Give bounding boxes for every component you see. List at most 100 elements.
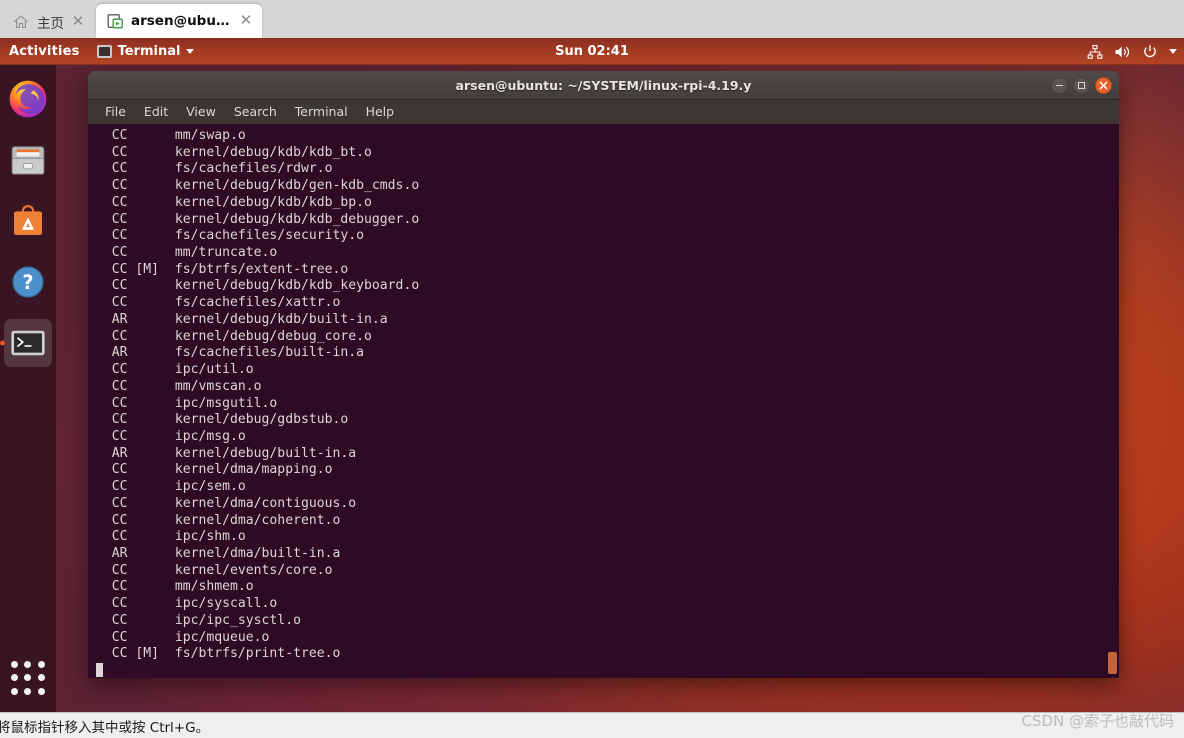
grid-dot [11, 661, 19, 669]
minimize-button[interactable] [1051, 77, 1068, 94]
terminal-icon [11, 330, 45, 356]
browser-tab-home[interactable]: 主页 ✕ [2, 6, 94, 38]
menu-terminal[interactable]: Terminal [286, 100, 357, 124]
terminal-line: CC fs/cachefiles/xattr.o [96, 295, 341, 311]
terminal-line: AR kernel/debug/kdb/built-in.a [96, 311, 388, 327]
browser-tab-home-title: 主页 [37, 16, 64, 32]
terminal-line: CC [M] fs/btrfs/extent-tree.o [96, 261, 349, 277]
terminal-line: CC kernel/dma/mapping.o [96, 462, 333, 478]
terminal-line: AR kernel/debug/built-in.a [96, 445, 357, 461]
volume-icon[interactable] [1114, 44, 1131, 60]
terminal-scrollbar[interactable] [1106, 124, 1119, 678]
status-bar: 将鼠标指针移入其中或按 Ctrl+G。 [0, 712, 1184, 738]
maximize-button[interactable] [1073, 77, 1090, 94]
grid-dot [37, 661, 45, 669]
app-menu-button[interactable]: Terminal [91, 44, 201, 59]
dock-item-help[interactable]: ? [4, 258, 52, 306]
scrollbar-thumb[interactable] [1108, 652, 1117, 674]
dock: ? [0, 65, 56, 712]
terminal-line: CC ipc/util.o [96, 362, 254, 378]
maximize-icon [1078, 82, 1085, 89]
terminal-line: CC ipc/syscall.o [96, 596, 278, 612]
power-icon[interactable] [1142, 44, 1158, 60]
help-icon: ? [12, 266, 44, 298]
terminal-line: CC kernel/debug/gdbstub.o [96, 412, 349, 428]
terminal-line: CC ipc/ipc_sysctl.o [96, 612, 301, 628]
terminal-line: CC kernel/debug/kdb/kdb_debugger.o [96, 211, 420, 227]
terminal-line: CC kernel/debug/kdb/gen-kdb_cmds.o [96, 178, 420, 194]
terminal-body[interactable]: CC mm/swap.o CC kernel/debug/kdb/kdb_bt.… [88, 124, 1119, 678]
terminal-line: CC fs/cachefiles/security.o [96, 228, 365, 244]
terminal-cursor-line [96, 663, 1106, 678]
terminal-page-icon [106, 12, 124, 30]
terminal-line: CC kernel/dma/contiguous.o [96, 495, 357, 511]
browser-tab-terminal-title: arsen@ubuntu18-04 [131, 13, 234, 29]
show-applications-button[interactable] [8, 658, 48, 698]
screen: 主页 ✕ arsen@ubuntu18-04 ✕ Activities Term… [0, 0, 1184, 738]
tabstrip-empty-area [262, 6, 1184, 38]
window-title: arsen@ubuntu: ~/SYSTEM/linux-rpi-4.19.y [455, 77, 752, 93]
dock-item-terminal[interactable] [4, 319, 52, 367]
terminal-line: CC kernel/debug/kdb/kdb_bp.o [96, 194, 372, 210]
menu-view[interactable]: View [177, 100, 225, 124]
terminal-output[interactable]: CC mm/swap.o CC kernel/debug/kdb/kdb_bt.… [88, 124, 1106, 678]
chevron-down-icon[interactable] [1169, 49, 1177, 54]
terminal-line: CC kernel/debug/kdb/kdb_bt.o [96, 144, 372, 160]
browser-tabstrip: 主页 ✕ arsen@ubuntu18-04 ✕ [0, 0, 1184, 38]
terminal-line: CC mm/shmem.o [96, 579, 254, 595]
ubuntu-software-icon [14, 205, 42, 235]
menu-help[interactable]: Help [357, 100, 404, 124]
dock-item-firefox[interactable] [4, 75, 52, 123]
terminal-line: CC mm/swap.o [96, 128, 246, 143]
app-menu-label: Terminal [117, 44, 181, 59]
status-bar-text: 将鼠标指针移入其中或按 Ctrl+G。 [0, 719, 210, 736]
home-icon [12, 13, 30, 31]
desktop-wallpaper: Activities Terminal Sun 02:41 ? arsen@ub… [0, 38, 1184, 712]
terminal-line: CC mm/vmscan.o [96, 378, 262, 394]
menu-edit[interactable]: Edit [135, 100, 177, 124]
window-titlebar[interactable]: arsen@ubuntu: ~/SYSTEM/linux-rpi-4.19.y [88, 71, 1119, 100]
terminal-line: CC kernel/debug/kdb/kdb_keyboard.o [96, 278, 420, 294]
svg-text:?: ? [22, 271, 33, 294]
close-button[interactable] [1095, 77, 1112, 94]
dock-item-ubuntu-software[interactable] [4, 197, 52, 245]
terminal-line: CC ipc/msg.o [96, 428, 246, 444]
browser-tab-terminal[interactable]: arsen@ubuntu18-04 ✕ [96, 4, 262, 38]
system-tray [1087, 38, 1177, 65]
grid-dot [24, 687, 32, 695]
terminal-line: CC mm/truncate.o [96, 245, 278, 261]
close-icon [1099, 81, 1108, 90]
terminal-line: CC ipc/shm.o [96, 529, 246, 545]
activities-button[interactable]: Activities [0, 44, 91, 59]
menu-search[interactable]: Search [225, 100, 286, 124]
grid-dot [11, 674, 19, 682]
minimize-icon [1056, 84, 1063, 87]
terminal-line: CC ipc/msgutil.o [96, 395, 278, 411]
grid-dot [11, 687, 19, 695]
terminal-icon [96, 45, 112, 58]
terminal-menubar: File Edit View Search Terminal Help [88, 100, 1119, 124]
close-icon[interactable]: ✕ [238, 13, 254, 29]
block-cursor [96, 663, 103, 677]
grid-dot [37, 687, 45, 695]
network-icon[interactable] [1087, 44, 1103, 60]
terminal-line: CC ipc/sem.o [96, 479, 246, 495]
terminal-line: CC ipc/mqueue.o [96, 629, 270, 645]
terminal-line: CC [M] fs/btrfs/print-tree.o [96, 646, 341, 662]
close-icon[interactable]: ✕ [70, 14, 86, 30]
menu-file[interactable]: File [96, 100, 135, 124]
terminal-window: arsen@ubuntu: ~/SYSTEM/linux-rpi-4.19.y … [88, 71, 1119, 678]
terminal-line: CC kernel/events/core.o [96, 562, 333, 578]
firefox-icon [9, 80, 47, 118]
grid-dot [37, 674, 45, 682]
terminal-line: CC kernel/dma/coherent.o [96, 512, 341, 528]
terminal-line: CC kernel/debug/debug_core.o [96, 328, 372, 344]
files-icon [11, 146, 45, 175]
chevron-down-icon [186, 49, 195, 54]
window-controls [1051, 71, 1112, 100]
gnome-top-bar: Activities Terminal Sun 02:41 [0, 38, 1184, 65]
terminal-line: AR kernel/dma/built-in.a [96, 545, 341, 561]
grid-dot [24, 661, 32, 669]
dock-item-files[interactable] [4, 136, 52, 184]
terminal-line: CC fs/cachefiles/rdwr.o [96, 161, 333, 177]
